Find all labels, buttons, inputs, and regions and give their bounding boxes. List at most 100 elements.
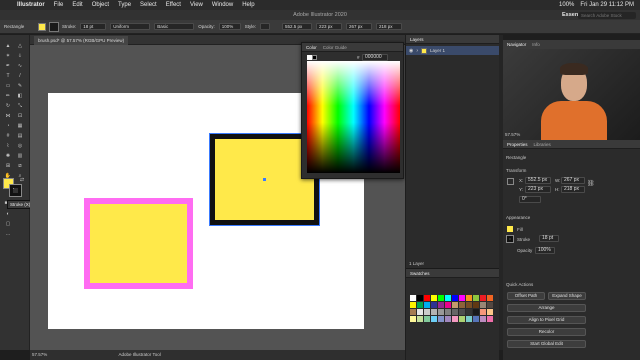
swatch-chip[interactable] bbox=[424, 302, 430, 308]
recolor-button[interactable]: Recolor bbox=[507, 328, 586, 336]
stroke-swatch[interactable] bbox=[49, 21, 59, 32]
swatch-chip[interactable] bbox=[445, 309, 451, 315]
graph-tool-icon[interactable]: ▥ bbox=[16, 153, 24, 159]
variable-width-profile[interactable]: Uniform bbox=[110, 23, 151, 30]
swatch-chip[interactable] bbox=[410, 316, 416, 322]
swatch-chip[interactable] bbox=[431, 316, 437, 322]
perspective-grid-icon[interactable]: ▦ bbox=[16, 123, 24, 129]
swatch-chip[interactable] bbox=[417, 309, 423, 315]
swatch-chip[interactable] bbox=[410, 302, 416, 308]
swatch-chip[interactable] bbox=[466, 302, 472, 308]
swatch-chip[interactable] bbox=[438, 302, 444, 308]
stock-search-input[interactable]: Search Adobe Stock bbox=[578, 12, 636, 19]
menu-type[interactable]: Type bbox=[118, 2, 131, 8]
shape-builder-icon[interactable]: ◔ bbox=[4, 123, 12, 129]
opacity-field[interactable]: 100% bbox=[218, 23, 241, 30]
swatch-chip[interactable] bbox=[410, 309, 416, 315]
menu-object[interactable]: Object bbox=[92, 2, 109, 8]
zoom-readout[interactable]: 57.57% bbox=[32, 352, 47, 357]
swatch-chip[interactable] bbox=[452, 295, 458, 301]
h-field[interactable]: 218 px bbox=[376, 23, 403, 30]
swatch-chip[interactable] bbox=[445, 295, 451, 301]
menu-clock[interactable]: Fri Jan 29 11:12 PM bbox=[580, 2, 634, 8]
swatch-chip[interactable] bbox=[487, 316, 493, 322]
eyedropper-tool-icon[interactable]: ⌇ bbox=[4, 143, 12, 149]
menu-file[interactable]: File bbox=[54, 2, 64, 8]
swatch-chip[interactable] bbox=[424, 309, 430, 315]
offset-path-button[interactable]: Offset Path bbox=[507, 292, 545, 300]
w-field[interactable]: 267 px bbox=[346, 23, 373, 30]
constrain-proportions-icon[interactable]: ⛓ bbox=[587, 180, 595, 187]
tab-properties[interactable]: Properties bbox=[507, 142, 528, 147]
tab-libraries[interactable]: Libraries bbox=[534, 142, 551, 147]
x-field[interactable]: 552.5 px bbox=[282, 23, 313, 30]
scale-tool-icon[interactable]: ⤡ bbox=[16, 103, 24, 109]
swatch-chip[interactable] bbox=[417, 316, 423, 322]
y-field[interactable]: 223 px bbox=[316, 23, 343, 30]
menu-window[interactable]: Window bbox=[212, 2, 233, 8]
swatch-chip[interactable] bbox=[487, 309, 493, 315]
swatch-chip[interactable] bbox=[438, 309, 444, 315]
stroke-color-box[interactable] bbox=[9, 184, 22, 197]
appearance-opacity-field[interactable]: 100% bbox=[535, 247, 555, 254]
edit-toolbar-icon[interactable]: … bbox=[4, 231, 12, 237]
style-picker[interactable] bbox=[260, 23, 271, 30]
tab-color-guide[interactable]: Color Guide bbox=[323, 45, 347, 50]
tab-info[interactable]: Info bbox=[532, 42, 540, 47]
brush-definition[interactable]: Basic bbox=[154, 23, 195, 30]
width-tool-icon[interactable]: ⋈ bbox=[4, 113, 12, 119]
swatch-chip[interactable] bbox=[417, 302, 423, 308]
pink-stroked-rectangle[interactable] bbox=[84, 198, 193, 289]
prop-w-field[interactable]: 267 px bbox=[561, 177, 585, 184]
gradient-tool-icon[interactable]: ▤ bbox=[16, 133, 24, 139]
reference-point-icon[interactable] bbox=[507, 178, 514, 185]
swatch-chip[interactable] bbox=[438, 295, 444, 301]
line-tool-icon[interactable]: / bbox=[16, 73, 24, 79]
swatch-chip[interactable] bbox=[417, 295, 423, 301]
align-pixel-grid-button[interactable]: Align to Pixel Grid bbox=[507, 316, 586, 324]
color-spectrum[interactable] bbox=[307, 61, 400, 173]
swatch-chip[interactable] bbox=[480, 302, 486, 308]
swatch-chip[interactable] bbox=[410, 295, 416, 301]
swatch-chip[interactable] bbox=[452, 309, 458, 315]
fill-swatch[interactable] bbox=[38, 22, 46, 31]
swatch-chip[interactable] bbox=[480, 316, 486, 322]
type-tool-icon[interactable]: T bbox=[4, 73, 12, 79]
draw-mode-icon[interactable]: ◐ bbox=[4, 211, 12, 217]
swatch-chip[interactable] bbox=[459, 316, 465, 322]
tab-navigator[interactable]: Navigator bbox=[507, 42, 526, 47]
prop-y-field[interactable]: 223 px bbox=[525, 186, 551, 193]
layer-row[interactable]: ◉ › Layer 1 bbox=[406, 46, 499, 55]
swatch-chip[interactable] bbox=[459, 302, 465, 308]
global-edit-button[interactable]: Start Global Edit bbox=[507, 340, 586, 348]
appearance-stroke-swatch[interactable] bbox=[506, 235, 514, 243]
swatch-chip[interactable] bbox=[466, 295, 472, 301]
swatch-chip[interactable] bbox=[431, 295, 437, 301]
swatch-chip[interactable] bbox=[431, 302, 437, 308]
symbol-sprayer-icon[interactable]: ✺ bbox=[4, 153, 12, 159]
swatch-chip[interactable] bbox=[459, 309, 465, 315]
rotate-tool-icon[interactable]: ↻ bbox=[4, 103, 12, 109]
appearance-fill-swatch[interactable] bbox=[507, 226, 513, 232]
swatch-chip[interactable] bbox=[438, 316, 444, 322]
appearance-stroke-field[interactable]: 18 pt bbox=[539, 235, 559, 242]
stroke-weight-field[interactable]: 18 pt bbox=[80, 23, 107, 30]
slice-tool-icon[interactable]: ⧄ bbox=[16, 163, 24, 169]
swatch-chip[interactable] bbox=[487, 302, 493, 308]
swatch-chip[interactable] bbox=[452, 316, 458, 322]
swatch-chip[interactable] bbox=[473, 295, 479, 301]
color-stroke-mini[interactable] bbox=[312, 55, 317, 60]
screen-mode-icon[interactable]: ▢ bbox=[4, 221, 12, 227]
pen-tool-icon[interactable]: ✒ bbox=[4, 63, 12, 69]
menu-edit[interactable]: Edit bbox=[72, 2, 82, 8]
blend-tool-icon[interactable]: ◎ bbox=[16, 143, 24, 149]
arrange-button[interactable]: Arrange bbox=[507, 304, 586, 312]
paintbrush-tool-icon[interactable]: ✎ bbox=[16, 83, 24, 89]
tab-color[interactable]: Color bbox=[306, 45, 317, 50]
pencil-tool-icon[interactable]: ✏ bbox=[4, 93, 12, 99]
tab-layers[interactable]: Layers bbox=[410, 37, 424, 42]
swatch-chip[interactable] bbox=[445, 316, 451, 322]
mesh-tool-icon[interactable]: # bbox=[4, 133, 12, 139]
layer-name[interactable]: Layer 1 bbox=[430, 48, 445, 53]
swatch-chip[interactable] bbox=[487, 295, 493, 301]
